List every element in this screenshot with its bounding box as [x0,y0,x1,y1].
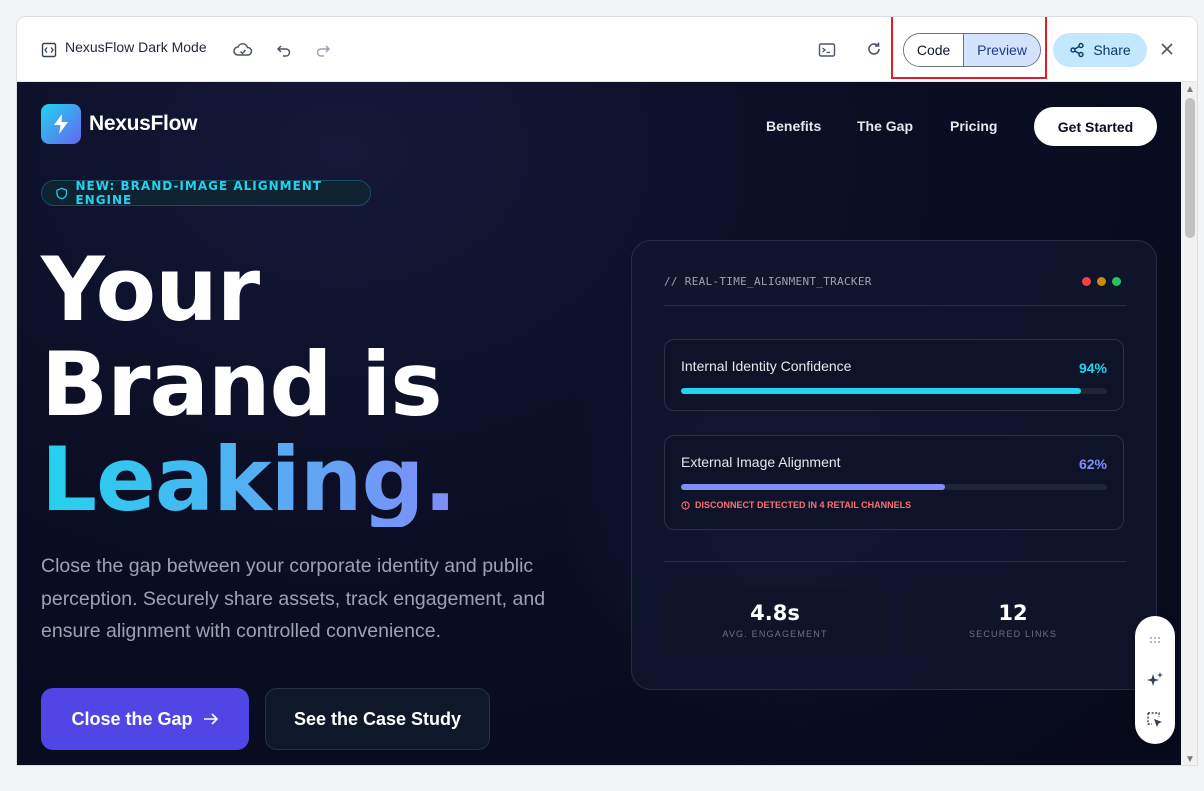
stat-value: 4.8s [750,601,800,625]
drag-handle-icon[interactable] [1143,628,1167,652]
cloud-sync-icon[interactable] [231,38,255,62]
titlebar: NexusFlow Dark Mode Code Preview Share [17,17,1197,82]
vertical-scrollbar[interactable]: ▲ ▼ [1181,82,1197,765]
undo-icon[interactable] [272,38,296,62]
share-button[interactable]: Share [1053,33,1147,67]
hero-paragraph: Close the gap between your corporate ide… [41,555,546,642]
tracker-title: // REAL-TIME_ALIGNMENT_TRACKER [664,275,872,288]
headline-line-3: Leaking. [41,428,457,531]
stat-label: SECURED LINKS [968,629,1058,639]
divider [664,305,1126,306]
brand-name: NexusFlow [89,112,198,135]
hero-headline: Your Brand is Leaking. [41,238,457,531]
nav-pricing[interactable]: Pricing [950,118,997,134]
progress-fill-internal [681,388,1082,394]
metric-label: External Image Alignment [681,454,841,470]
dot-red [1082,277,1091,286]
scroll-up-icon[interactable]: ▲ [1185,84,1195,95]
code-tab[interactable]: Code [904,34,964,66]
get-started-button[interactable]: Get Started [1034,107,1157,146]
preview-viewport: NexusFlow Benefits The Gap Pricing Get S… [17,82,1181,765]
warning-text: DISCONNECT DETECTED IN 4 RETAIL CHANNELS [695,500,912,510]
dot-green [1112,277,1121,286]
redo-icon[interactable] [311,38,335,62]
terminal-icon[interactable] [815,38,839,62]
warning-message: DISCONNECT DETECTED IN 4 RETAIL CHANNELS [681,500,911,510]
sparkle-icon[interactable] [1143,668,1167,692]
lightning-icon [41,104,81,144]
share-icon [1070,42,1085,58]
headline-line-2: Brand is [41,333,443,436]
select-element-icon[interactable] [1143,708,1167,732]
app-window: NexusFlow Dark Mode Code Preview Share N… [16,16,1198,766]
scroll-down-icon[interactable]: ▼ [1185,754,1195,765]
arrow-right-icon [203,713,218,725]
stat-secured-links: 12 SECURED LINKS [902,587,1124,657]
divider [664,561,1126,562]
feature-badge: NEW: BRAND-IMAGE ALIGNMENT ENGINE [41,179,371,207]
metric-external-image: External Image Alignment 62% DISCONNECT … [664,435,1124,530]
preview-tab[interactable]: Preview [963,34,1040,66]
case-study-button[interactable]: See the Case Study [265,688,490,750]
metric-value: 62% [1078,456,1107,472]
scroll-thumb[interactable] [1185,98,1195,238]
badge-text: NEW: BRAND-IMAGE ALIGNMENT ENGINE [75,179,322,207]
code-file-icon [37,38,61,62]
dot-yellow [1097,277,1106,286]
nav-benefits[interactable]: Benefits [766,118,821,134]
progress-track [681,388,1107,394]
floating-toolbar [1135,616,1175,744]
metric-value: 94% [1078,360,1107,376]
close-the-gap-button[interactable]: Close the Gap [41,688,249,750]
close-icon[interactable] [1155,37,1179,61]
progress-fill-external [681,484,946,490]
project-title: NexusFlow Dark Mode [65,39,207,55]
headline-line-1: Your [41,238,260,341]
shield-icon [56,187,68,199]
close-the-gap-label: Close the Gap [71,708,193,729]
refresh-icon[interactable] [862,37,886,61]
stat-avg-engagement: 4.8s AVG. ENGAGEMENT [664,587,886,657]
metric-internal-identity: Internal Identity Confidence 94% [664,339,1124,411]
share-label: Share [1093,42,1131,58]
nav-the-gap[interactable]: The Gap [857,118,913,134]
stat-value: 12 [998,601,1028,625]
alignment-tracker-card: // REAL-TIME_ALIGNMENT_TRACKER Internal … [631,240,1157,690]
stat-label: AVG. ENGAGEMENT [722,629,828,639]
progress-track [681,484,1107,490]
alert-icon [681,500,690,510]
window-dots [1082,277,1121,286]
brand-logo[interactable]: NexusFlow [41,104,197,144]
view-toggle: Code Preview [903,33,1041,67]
metric-label: Internal Identity Confidence [681,358,852,374]
